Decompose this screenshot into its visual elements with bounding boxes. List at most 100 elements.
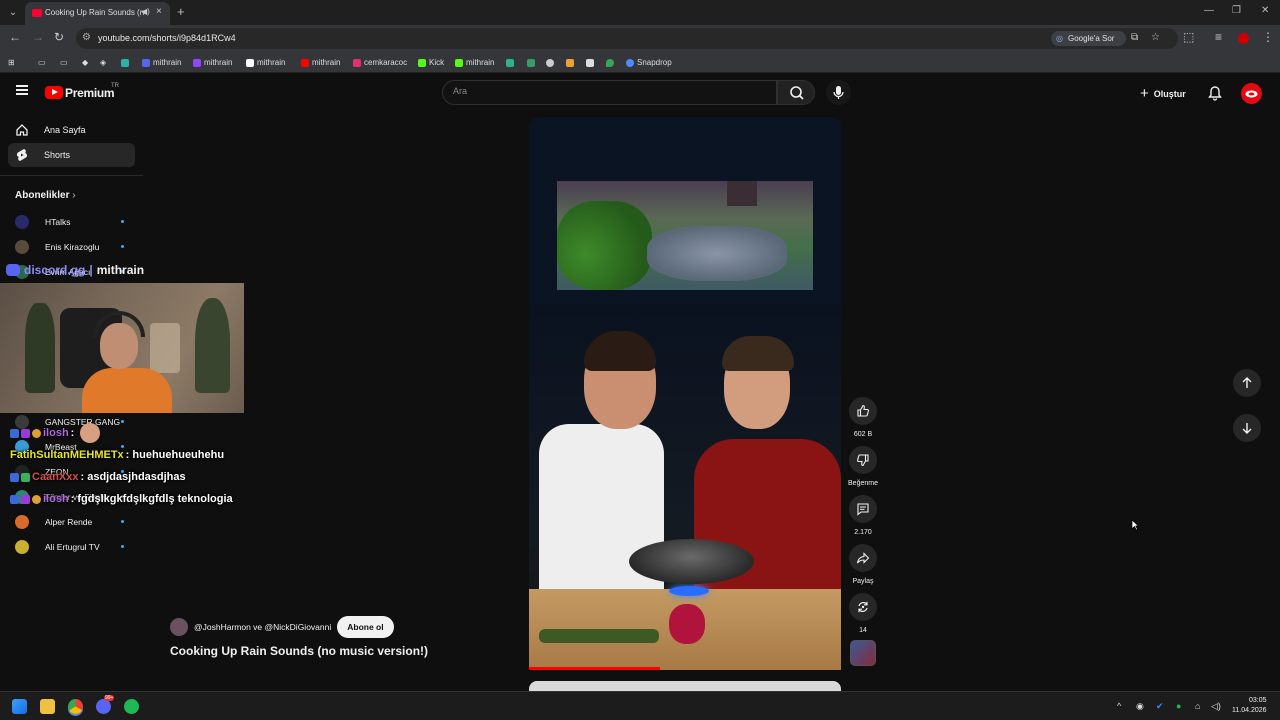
user-avatar[interactable] (1241, 83, 1262, 104)
new-tab-button[interactable]: + (177, 4, 185, 19)
discord-icon[interactable] (96, 699, 111, 714)
search-button[interactable] (777, 80, 815, 105)
youtube-premium-wordmark[interactable]: Premium (65, 86, 115, 100)
create-button[interactable]: + Oluştur (1140, 85, 1186, 102)
shorts-video-player[interactable] (529, 117, 841, 670)
bookmark-mithrain-twitch[interactable]: mithrain (193, 56, 232, 69)
media-control-icon[interactable]: ≡ (1215, 30, 1222, 44)
bookmark-star-icon[interactable]: ☆ (1151, 32, 1160, 43)
channel-avatar[interactable] (170, 618, 188, 636)
tab-search-button[interactable]: ⌄ (5, 5, 21, 20)
chat-text: : (70, 427, 75, 439)
subscription-name: Alper Rende (45, 517, 93, 527)
bookmark-mithrain-kick[interactable]: mithrain (455, 56, 494, 69)
extensions-icon[interactable]: ⬚ (1183, 30, 1194, 44)
folder-icon[interactable]: ▭ (38, 56, 46, 69)
menu-kebab-icon[interactable]: ⋮ (1262, 30, 1274, 44)
bookmark-icon[interactable] (121, 56, 129, 69)
speaker-icon[interactable]: ◀) (141, 7, 150, 16)
bookmark-label: mithrain (312, 58, 341, 67)
shorts-icon (15, 148, 29, 162)
back-button[interactable]: ← (9, 30, 21, 44)
hamburger-menu-icon[interactable] (16, 85, 28, 95)
bookmark-mithrain-youtube[interactable]: mithrain (301, 56, 340, 69)
chrome-icon[interactable] (68, 699, 83, 714)
next-short-preview[interactable] (529, 681, 841, 691)
reload-button[interactable]: ↻ (54, 30, 64, 44)
youtube-favicon-icon (32, 9, 42, 17)
minimize-button[interactable]: — (1204, 5, 1214, 16)
security-tray-icon[interactable]: ✔ (1156, 701, 1164, 712)
video-progress-bar[interactable] (529, 667, 661, 670)
subscription-item[interactable]: Alper Rende (15, 513, 127, 531)
youtube-logo-icon[interactable] (45, 86, 63, 99)
comments-button[interactable]: 2.170 (849, 495, 877, 536)
bookmark-label: cemkaracoc (364, 58, 408, 67)
close-window-button[interactable]: ✕ (1261, 5, 1269, 16)
chat-text: : asdjdasjhdasdjhas (80, 471, 186, 483)
tray-overflow-icon[interactable]: ^ (1117, 701, 1121, 711)
dislike-button[interactable]: Beğenme (848, 446, 878, 487)
stepping-stones (647, 226, 787, 281)
google-ask-label: Google'a Sor (1068, 34, 1115, 43)
volume-icon[interactable]: ◁) (1211, 701, 1221, 712)
bookmark-icon[interactable] (506, 56, 514, 69)
bookmark-label: mithrain (204, 58, 233, 67)
site-info-icon[interactable]: ⚙ (82, 32, 91, 43)
bookmark-icon[interactable] (586, 56, 594, 69)
bookmark-kick[interactable]: Kick (418, 56, 444, 69)
cast-icon[interactable]: ⧉ (1131, 32, 1138, 43)
system-clock[interactable]: 03:05 11.04.2026 (1232, 696, 1267, 716)
like-button[interactable]: 602 B (849, 397, 877, 438)
folder-icon[interactable]: ▭ (60, 56, 68, 69)
sidebar-item-shorts[interactable]: Shorts (8, 143, 135, 167)
notifications-bell-icon[interactable] (1207, 85, 1223, 106)
country-code: TR (111, 83, 119, 89)
forward-button[interactable]: → (32, 30, 44, 44)
channel-name[interactable]: @JoshHarmon ve @NickDiGiovanni (194, 622, 331, 632)
bookmark-snapdrop[interactable]: Snapdrop (626, 56, 672, 69)
sound-thumbnail[interactable] (850, 640, 876, 666)
browser-tab[interactable]: Cooking Up Rain Sounds (no ◀) × (25, 2, 170, 25)
next-short-button[interactable] (1233, 414, 1261, 442)
network-icon[interactable]: ⌂ (1195, 701, 1200, 711)
search-box[interactable] (442, 80, 777, 105)
previous-short-button[interactable] (1233, 369, 1261, 397)
sidebar-item-home[interactable]: Ana Sayfa (8, 118, 135, 142)
google-ask-button[interactable]: ◎ Google'a Sor (1051, 31, 1126, 46)
address-bar[interactable]: ⚙ youtube.com/shorts/i9p84d1RCw4 ◎ Google… (76, 28, 1178, 49)
spotify-tray-icon[interactable]: ● (1176, 701, 1181, 711)
separator: | (89, 263, 93, 277)
bookmark-cemkaracoc-instagram[interactable]: cemkaracoc (353, 56, 407, 69)
close-tab-icon[interactable]: × (156, 6, 162, 17)
spotify-icon[interactable] (124, 699, 139, 714)
home-icon (15, 123, 29, 137)
subscribe-button[interactable]: Abone ol (337, 616, 394, 638)
bookmark-mithrain-discord[interactable]: mithrain (142, 56, 181, 69)
file-explorer-icon[interactable] (40, 699, 55, 714)
short-title[interactable]: Cooking Up Rain Sounds (no music version… (170, 644, 428, 658)
subscription-item[interactable]: Ali Ertugrul TV (15, 538, 127, 556)
bookmark-icon[interactable]: ◆ (82, 56, 88, 69)
share-label: Paylaş (852, 578, 874, 585)
emote-icon (80, 423, 101, 443)
maps-icon[interactable] (606, 56, 614, 69)
bookmark-icon[interactable]: ◈ (100, 56, 106, 69)
profile-avatar[interactable] (1238, 33, 1249, 44)
subscriptions-header[interactable]: Abonelikler › (15, 190, 76, 201)
discord-tray-icon[interactable]: ◉ (1136, 701, 1144, 712)
subscription-item[interactable]: HTalks (15, 213, 127, 231)
windows-start-icon[interactable] (12, 699, 27, 714)
maximize-button[interactable]: ❐ (1232, 5, 1241, 16)
bookmark-mithrain-x[interactable]: mithrain (246, 56, 285, 69)
share-button[interactable]: Paylaş (849, 544, 877, 585)
bookmark-icon[interactable] (566, 56, 574, 69)
subscription-item[interactable]: Enis Kirazoglu (15, 238, 127, 256)
voice-search-button[interactable] (826, 80, 851, 105)
bookmark-icon[interactable] (546, 56, 554, 69)
apps-icon[interactable]: ⊞ (8, 56, 15, 69)
bookmark-icon[interactable] (527, 56, 535, 69)
remix-button[interactable]: 14 (849, 593, 877, 634)
clock-time: 03:05 (1248, 697, 1267, 704)
search-input[interactable] (453, 86, 753, 96)
